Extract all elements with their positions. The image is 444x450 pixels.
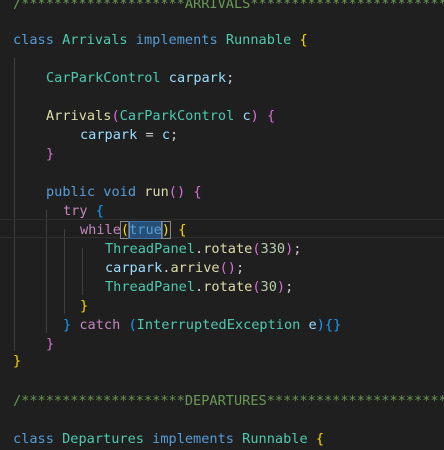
object-name: carpark [105, 260, 163, 276]
keyword: void [103, 184, 137, 200]
bracket: ) [227, 260, 236, 276]
bracket: ) [316, 317, 325, 333]
interface-name: Runnable [242, 431, 308, 447]
comment: /********************ARRIVALS***********… [13, 0, 444, 12]
punctuation: . [195, 241, 204, 257]
interface-name: Runnable [225, 32, 292, 48]
field-name: carpark [80, 127, 138, 143]
keyword: implements [135, 32, 218, 48]
code-editor[interactable]: /********************ARRIVALS***********… [0, 0, 444, 450]
punctuation: ; [235, 260, 245, 276]
keyword: catch [79, 317, 121, 333]
code-line-try: try { [63, 202, 104, 221]
param-name: c [242, 108, 251, 124]
number-literal: 30 [260, 279, 277, 295]
bracket: ( [252, 241, 261, 257]
keyword: implements [152, 431, 234, 447]
keyword: public [46, 184, 96, 200]
punctuation: ; [285, 279, 294, 295]
selected-text[interactable]: true [128, 221, 163, 239]
keyword: try [63, 203, 88, 219]
code-line-rotate-30: ThreadPanel.rotate(30); [105, 278, 293, 297]
class-name: Departures [62, 431, 144, 447]
code-line-field: CarParkControl carpark; [46, 69, 234, 88]
bracket: ( [252, 279, 261, 295]
type-name: InterruptedException [136, 317, 301, 333]
type-name: CarParkControl [119, 108, 235, 124]
method-name: rotate [203, 279, 253, 295]
code-line-close-class: } [13, 352, 21, 371]
punctuation: ; [170, 127, 179, 143]
bracket: { [95, 203, 104, 219]
bracket: { [193, 184, 202, 200]
constructor-name: Arrivals [46, 108, 112, 124]
type-name: CarParkControl [46, 70, 161, 86]
bracket: ( [111, 108, 120, 124]
bracket: } [46, 146, 55, 162]
code-line-comment-departures: /********************DEPARTURES*********… [13, 392, 444, 411]
class-name: ThreadPanel [105, 241, 196, 257]
code-line-close-brace: } [46, 145, 54, 164]
code-line-while: while(true) { [80, 221, 186, 240]
bracket: { [178, 222, 187, 238]
bracket: ) [176, 184, 186, 200]
bracket: { [315, 431, 325, 447]
bracket: ( [219, 260, 228, 276]
code-line-constructor: Arrivals(CarParkControl c) { [46, 107, 275, 126]
bracket: ) [250, 108, 259, 124]
keyword: class [13, 431, 54, 447]
keyword: class [13, 32, 54, 48]
code-line-class-departures: class Departures implements Runnable { [13, 430, 324, 449]
bracket: ) [160, 221, 172, 239]
bracket: ( [119, 221, 131, 239]
code-line-close-while: } [80, 297, 88, 316]
variable: c [161, 127, 171, 143]
bracket: } [46, 336, 55, 352]
code-line-rotate-330: ThreadPanel.rotate(330); [105, 240, 301, 259]
operator: = [137, 127, 162, 143]
bracket: ( [128, 317, 137, 333]
bracket: } [80, 298, 89, 314]
punctuation: . [195, 279, 204, 295]
method-name: rotate [203, 241, 253, 257]
code-line-run-method: public void run() { [46, 183, 202, 202]
number-literal: 330 [260, 241, 286, 257]
bracket: { [267, 108, 276, 124]
bracket: ( [168, 184, 177, 200]
code-line-catch: } catch (InterruptedException e){} [63, 316, 341, 335]
bracket: } [13, 353, 22, 369]
bracket: ) [276, 279, 286, 295]
class-name: ThreadPanel [105, 279, 196, 295]
indent-guide [82, 248, 83, 295]
param-name: e [308, 317, 317, 333]
code-line-class-arrivals: class Arrivals implements Runnable { [13, 31, 308, 50]
class-name: Arrivals [62, 32, 128, 48]
method-name: run [144, 184, 169, 200]
indent-guide [14, 58, 15, 351]
bracket: { [299, 32, 308, 48]
punctuation: ; [226, 70, 235, 86]
code-line-comment-arrivals: /********************ARRIVALS***********… [13, 0, 444, 14]
comment: /********************DEPARTURES*********… [13, 393, 444, 409]
punctuation: ; [293, 241, 302, 257]
bracket: } [63, 317, 72, 333]
indent-guide [64, 229, 65, 314]
current-line-highlight [0, 219, 444, 238]
bracket: {} [324, 317, 342, 333]
code-line-arrive: carpark.arrive(); [105, 259, 244, 278]
keyword: while [80, 222, 121, 238]
field-name: carpark [168, 70, 227, 86]
code-line-close-run: } [46, 335, 54, 354]
code-line-assignment: carpark = c; [80, 126, 178, 145]
method-name: arrive [170, 260, 220, 276]
